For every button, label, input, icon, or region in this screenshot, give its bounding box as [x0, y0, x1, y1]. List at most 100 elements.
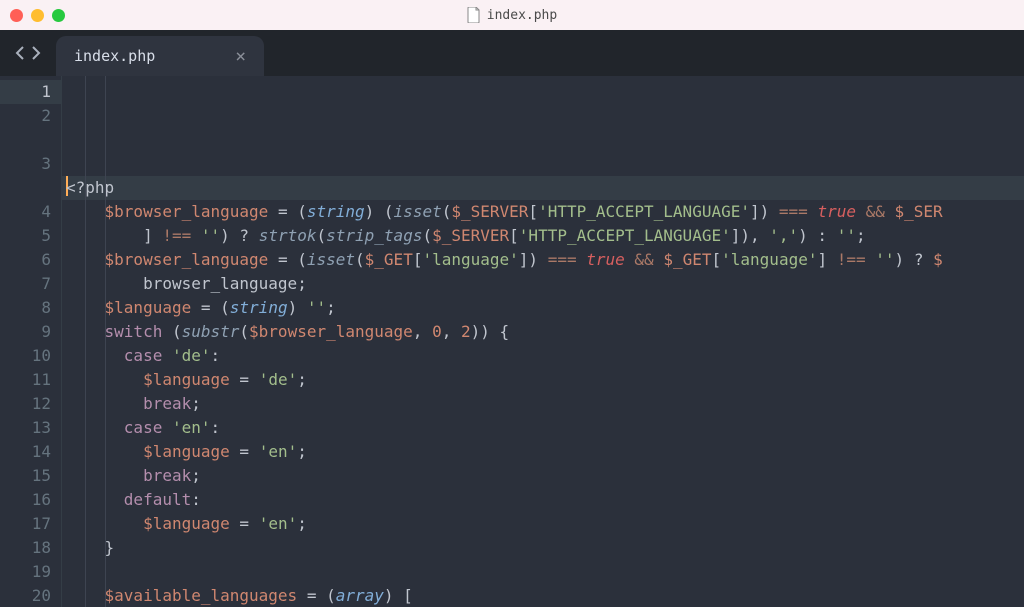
token: [249, 370, 259, 389]
token: ]: [66, 226, 162, 245]
token: [66, 418, 124, 437]
token: ): [220, 226, 239, 245]
token: case: [124, 418, 163, 437]
code-line: $language = 'en';: [66, 440, 1024, 464]
token: [162, 346, 172, 365]
token: ]: [817, 250, 836, 269]
token: ) (: [365, 202, 394, 221]
token: ,: [442, 322, 461, 341]
tab-bar: index.php ×: [0, 30, 1024, 76]
minimize-window-button[interactable]: [31, 9, 44, 22]
token: :: [191, 490, 201, 509]
line-number: 8: [0, 296, 51, 320]
token: $_SERVER: [451, 202, 528, 221]
line-number: 4: [0, 200, 51, 224]
token: string: [230, 298, 288, 317]
line-number: 17: [0, 512, 51, 536]
code-line: switch (substr($browser_language, 0, 2))…: [66, 320, 1024, 344]
zoom-window-button[interactable]: [52, 9, 65, 22]
token: [: [528, 202, 538, 221]
nav-arrows: [0, 30, 56, 76]
token: [827, 226, 837, 245]
token: 0: [432, 322, 442, 341]
token: (: [316, 226, 326, 245]
token: =: [239, 514, 249, 533]
token: ?: [239, 226, 249, 245]
token: [249, 514, 259, 533]
token: [162, 418, 172, 437]
token: (: [211, 298, 230, 317]
token: $language: [143, 370, 230, 389]
token: ',': [769, 226, 798, 245]
token: [230, 442, 240, 461]
token: ===: [779, 202, 808, 221]
token: [866, 250, 876, 269]
token: (: [239, 322, 249, 341]
code-line: browser_language;: [66, 272, 1024, 296]
token: <?php: [66, 178, 114, 197]
token: !==: [837, 250, 866, 269]
window-title-text: index.php: [487, 8, 557, 23]
token: $: [933, 250, 943, 269]
token: true: [817, 202, 856, 221]
token: [230, 514, 240, 533]
token: [66, 202, 105, 221]
token: default: [124, 490, 191, 509]
token: (: [355, 250, 365, 269]
token: break: [143, 394, 191, 413]
line-number: 10: [0, 344, 51, 368]
line-number: 1: [0, 80, 61, 104]
token: 'en': [259, 514, 298, 533]
token: [654, 250, 664, 269]
nav-back-icon[interactable]: [14, 46, 26, 60]
token: 'HTTP_ACCEPT_LANGUAGE': [519, 226, 731, 245]
token: [66, 298, 105, 317]
token: ): [798, 226, 817, 245]
tab-index-php[interactable]: index.php ×: [56, 36, 264, 76]
line-number: 9: [0, 320, 51, 344]
nav-forward-icon[interactable]: [30, 46, 42, 60]
token: &&: [866, 202, 885, 221]
token: =: [201, 298, 211, 317]
token: $language: [143, 514, 230, 533]
line-number: 2: [0, 104, 51, 128]
token: (: [316, 586, 335, 605]
token: $browser_language: [105, 250, 269, 269]
editor: 123456789101112131415161718192021 <?php …: [0, 76, 1024, 607]
code-line: }: [66, 536, 1024, 560]
token: [577, 250, 587, 269]
line-number: 19: [0, 560, 51, 584]
close-window-button[interactable]: [10, 9, 23, 22]
token: browser_language;: [66, 274, 307, 293]
token: [66, 514, 143, 533]
token: [191, 226, 201, 245]
token: ;: [191, 394, 201, 413]
token: 'language': [422, 250, 518, 269]
token: [885, 202, 895, 221]
token: 'HTTP_ACCEPT_LANGUAGE': [538, 202, 750, 221]
token: $language: [105, 298, 192, 317]
token: =: [239, 442, 249, 461]
token: isset: [394, 202, 442, 221]
token: [191, 298, 201, 317]
token: '': [201, 226, 220, 245]
token: ;: [297, 442, 307, 461]
code-line: $language = (string) '';: [66, 296, 1024, 320]
token: case: [124, 346, 163, 365]
code-line: $language = 'de';: [66, 368, 1024, 392]
close-tab-icon[interactable]: ×: [235, 46, 246, 67]
token: [249, 226, 259, 245]
token: :: [211, 418, 221, 437]
token: [625, 250, 635, 269]
token: strtok: [259, 226, 317, 245]
line-number: [0, 176, 51, 200]
token: $_GET: [365, 250, 413, 269]
code-area[interactable]: <?php $browser_language = (string) (isse…: [62, 76, 1024, 607]
code-line: case 'en':: [66, 416, 1024, 440]
token: $_GET: [663, 250, 711, 269]
token: strip_tags: [326, 226, 422, 245]
token: ]): [750, 202, 779, 221]
token: [66, 370, 143, 389]
line-number: 14: [0, 440, 51, 464]
token: [66, 250, 105, 269]
